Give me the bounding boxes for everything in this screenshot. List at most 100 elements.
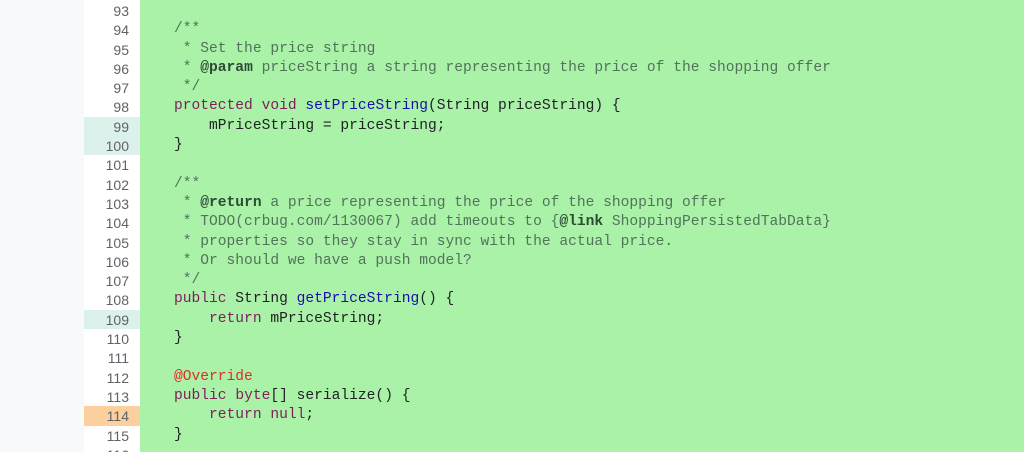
code-line: 108 public String getPriceString() {	[0, 290, 1024, 309]
line-number[interactable]: 103	[84, 194, 140, 213]
code-line: 94 /**	[0, 20, 1024, 39]
code-token: null	[270, 407, 306, 424]
line-number[interactable]: 94	[84, 20, 140, 39]
code-token: * Or should we have a push model?	[174, 252, 472, 269]
code-token: () {	[419, 291, 455, 308]
line-number[interactable]: 104	[84, 213, 140, 232]
code-line: 107 */	[0, 271, 1024, 290]
code-token: (String priceString) {	[428, 98, 621, 115]
line-number[interactable]: 107	[84, 271, 140, 290]
code-text: * TODO(crbug.com/1130067) add timeouts t…	[174, 213, 831, 232]
code-token: @return	[200, 194, 262, 211]
code-text: @Override	[174, 368, 253, 387]
code-text: public String getPriceString() {	[174, 290, 454, 309]
code-token: protected	[174, 98, 253, 115]
code-text: * @return a price representing the price…	[174, 194, 726, 213]
code-viewer: 93 94/** 95 * Set the price string 96 * @pa…	[0, 0, 1024, 452]
code-text: * @param priceString a string representi…	[174, 59, 831, 78]
line-number[interactable]: 110	[84, 329, 140, 348]
line-number[interactable]: 113	[84, 387, 140, 406]
code-line: 105 * properties so they stay in sync wi…	[0, 233, 1024, 252]
code-text: * Set the price string	[174, 40, 376, 59]
line-number[interactable]: 96	[84, 59, 140, 78]
code-text: return null;	[174, 406, 314, 425]
line-number[interactable]: 116	[84, 445, 140, 452]
code-token: * properties so they stay in sync with t…	[174, 233, 674, 250]
code-token: getPriceString	[296, 291, 420, 308]
code-line: 104 * TODO(crbug.com/1130067) add timeou…	[0, 213, 1024, 232]
code-token: void	[261, 98, 297, 115]
line-number[interactable]: 99	[84, 116, 140, 137]
line-number[interactable]: 112	[84, 368, 140, 387]
code-lines: 93 94/** 95 * Set the price string 96 * @pa…	[0, 0, 1024, 452]
code-token: @Override	[174, 368, 253, 385]
code-line: 113 public byte[] serialize() {	[0, 387, 1024, 406]
code-text: mPriceString = priceString;	[174, 117, 446, 136]
line-number[interactable]: 93	[84, 1, 140, 20]
line-number[interactable]: 102	[84, 175, 140, 194]
code-text: /**	[174, 175, 200, 194]
code-token: ShoppingPersistedTabData}	[603, 214, 831, 231]
code-line: 103 * @return a price representing the p…	[0, 194, 1024, 213]
code-line: 102 /**	[0, 175, 1024, 194]
code-token: setPriceString	[305, 98, 428, 115]
code-line: 114 return null;	[0, 406, 1024, 426]
line-number[interactable]: 106	[84, 252, 140, 271]
code-token: * Set the price string	[174, 40, 376, 57]
code-line: 111	[0, 348, 1024, 367]
code-token: @link	[559, 214, 604, 231]
code-text: * Or should we have a push model?	[174, 252, 472, 271]
line-number[interactable]: 100	[84, 136, 140, 156]
code-token: /**	[174, 21, 201, 38]
code-line: 115}	[0, 426, 1024, 445]
line-number[interactable]: 109	[84, 309, 140, 330]
code-token: *	[174, 194, 201, 211]
code-text: */	[174, 271, 201, 290]
code-text: /**	[174, 20, 200, 39]
code-line: 101	[0, 155, 1024, 174]
code-token: */	[174, 272, 201, 289]
line-number[interactable]: 101	[84, 155, 140, 174]
code-token: a price representing the price of the sh…	[261, 194, 726, 211]
code-text: return mPriceString;	[174, 310, 384, 329]
line-number[interactable]: 111	[84, 348, 140, 367]
line-number[interactable]: 105	[84, 233, 140, 252]
code-token: *	[174, 59, 201, 76]
code-line: 112 @Override	[0, 368, 1024, 387]
code-line: 95 * Set the price string	[0, 40, 1024, 59]
code-token: mPriceString = priceString;	[174, 117, 446, 134]
code-token: public	[174, 387, 227, 404]
code-token: mPriceString;	[261, 310, 385, 327]
line-number[interactable]: 115	[84, 426, 140, 445]
code-token: }	[174, 330, 183, 347]
code-token: @param	[200, 59, 253, 76]
code-line: 106 * Or should we have a push model?	[0, 252, 1024, 271]
line-number[interactable]: 114	[84, 406, 140, 426]
code-text: protected void setPriceString(String pri…	[174, 97, 621, 116]
code-token: /**	[174, 175, 201, 192]
code-token: [] serialize() {	[270, 387, 411, 404]
code-token: public	[174, 291, 227, 308]
code-token: ;	[305, 407, 315, 424]
code-line: 116	[0, 445, 1024, 452]
line-number[interactable]: 97	[84, 78, 140, 97]
code-line: 99 mPriceString = priceString;	[0, 116, 1024, 137]
line-number[interactable]: 108	[84, 290, 140, 309]
code-text: */	[174, 78, 201, 97]
code-line: 110}	[0, 329, 1024, 348]
code-token: String	[226, 291, 297, 308]
code-token: * TODO(crbug.com/1130067) add timeouts t…	[174, 214, 560, 231]
code-token: return	[209, 407, 262, 424]
code-token: byte	[235, 387, 271, 404]
line-number[interactable]: 95	[84, 40, 140, 59]
code-token: }	[174, 137, 183, 154]
line-number[interactable]: 98	[84, 97, 140, 116]
code-line: 98 protected void setPriceString(String p…	[0, 97, 1024, 116]
code-token: */	[174, 79, 201, 96]
code-line: 109 return mPriceString;	[0, 309, 1024, 330]
code-text: public byte[] serialize() {	[174, 387, 410, 406]
code-text: }	[174, 329, 183, 348]
code-token: }	[174, 426, 183, 443]
